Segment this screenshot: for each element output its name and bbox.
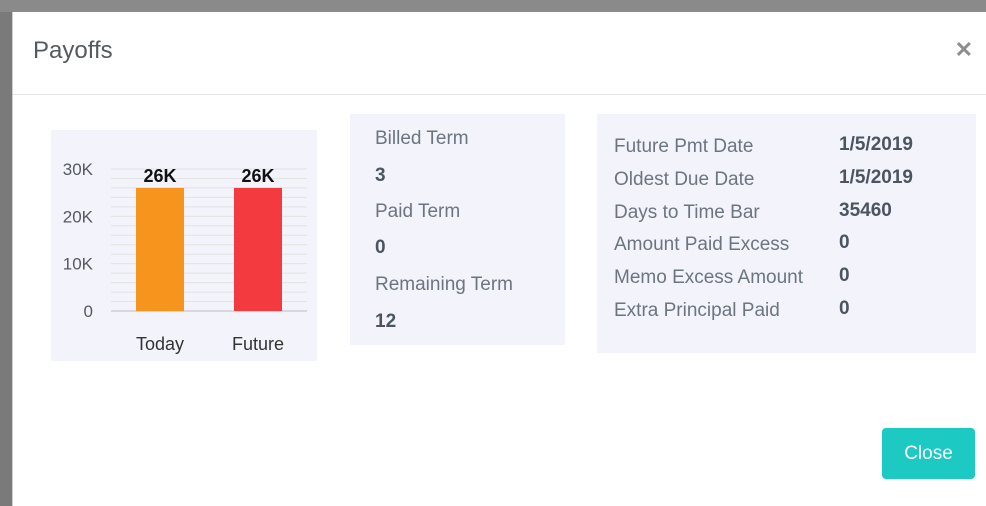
- info-label: Future Pmt Date: [614, 136, 754, 157]
- info-label: Extra Principal Paid: [614, 300, 780, 321]
- chart-y-tick-label: 10K: [63, 255, 94, 274]
- info-value: 0: [839, 232, 850, 253]
- term-panel: Billed Term 3 Paid Term 0 Remaining Term…: [350, 114, 565, 345]
- payoff-chart-panel: 0 10K 20K 30K 26K Today 26K Future: [51, 130, 317, 361]
- payoff-info-panel: Future Pmt Date 1/5/2019 Oldest Due Date…: [597, 114, 976, 353]
- chart-x-tick-label: Today: [136, 334, 184, 354]
- page-backdrop: [0, 0, 986, 12]
- chart-bar-today: [136, 187, 184, 311]
- paid-term-value: 0: [375, 237, 386, 258]
- info-label: Oldest Due Date: [614, 169, 755, 190]
- billed-term-label: Billed Term: [375, 128, 469, 149]
- chart-y-tick-label: 0: [84, 302, 93, 321]
- chart-bar-future: [234, 187, 282, 311]
- chart-y-tick-label: 20K: [63, 207, 94, 226]
- info-value: 0: [839, 265, 850, 286]
- close-icon[interactable]: ✕: [955, 39, 973, 61]
- remaining-term-label: Remaining Term: [375, 274, 513, 295]
- billed-term-value: 3: [375, 165, 386, 186]
- info-value: 0: [839, 298, 850, 319]
- modal-header: Payoffs ✕: [13, 12, 986, 95]
- chart-y-tick-label: 30K: [63, 160, 94, 179]
- chart-data-label: 26K: [143, 166, 176, 186]
- payoffs-modal: Payoffs ✕ 0 10K 20K 30K 26K Today 26K Future Bi…: [12, 12, 986, 506]
- payoff-bar-chart: 0 10K 20K 30K 26K Today 26K Future: [63, 160, 307, 354]
- info-value: 1/5/2019: [839, 134, 913, 155]
- info-value: 1/5/2019: [839, 167, 913, 188]
- remaining-term-value: 12: [375, 311, 397, 332]
- paid-term-label: Paid Term: [375, 201, 461, 222]
- chart-x-tick-label: Future: [232, 334, 284, 354]
- close-button[interactable]: Close: [882, 428, 975, 479]
- info-value: 35460: [839, 200, 892, 221]
- modal-title: Payoffs: [33, 37, 113, 64]
- chart-data-label: 26K: [241, 166, 274, 186]
- info-label: Amount Paid Excess: [614, 234, 790, 255]
- info-label: Days to Time Bar: [614, 202, 760, 223]
- info-label: Memo Excess Amount: [614, 267, 804, 288]
